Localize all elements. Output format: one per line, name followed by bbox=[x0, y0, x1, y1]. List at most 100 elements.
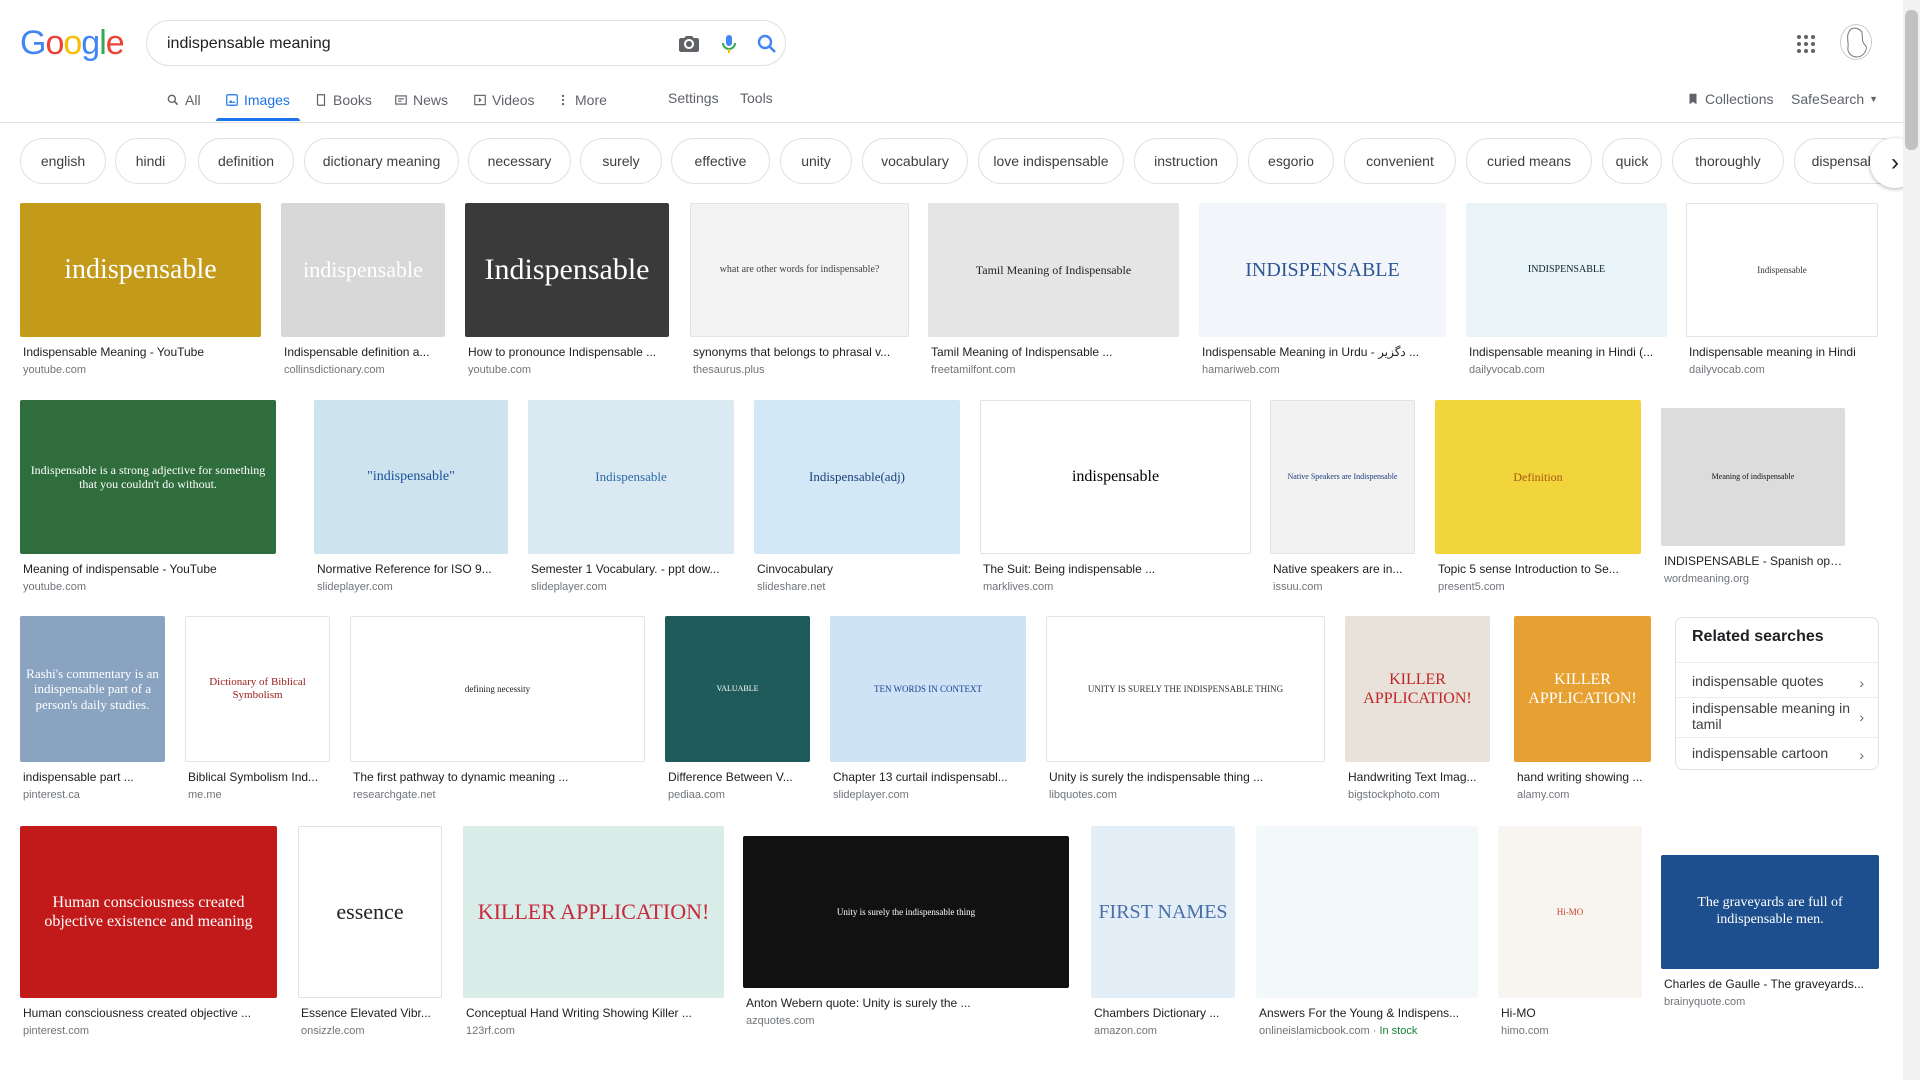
result-thumbnail[interactable]: KILLER APPLICATION! bbox=[1514, 616, 1651, 762]
chip-vocabulary[interactable]: vocabulary bbox=[862, 138, 968, 184]
avatar[interactable] bbox=[1840, 24, 1872, 60]
chip-instruction[interactable]: instruction bbox=[1134, 138, 1238, 184]
result-title[interactable]: Chambers Dictionary ... bbox=[1094, 1006, 1234, 1020]
result-thumbnail[interactable]: INDISPENSABLE bbox=[1199, 203, 1446, 337]
chip-english[interactable]: english bbox=[20, 138, 106, 184]
image-result[interactable]: Indispensable Semester 1 Vocabulary. - pp… bbox=[528, 400, 734, 594]
image-result[interactable]: Native Speakers are Indispensable Native … bbox=[1270, 400, 1415, 594]
result-thumbnail[interactable]: Indispensable(adj) bbox=[754, 400, 960, 554]
chip-esgorio[interactable]: esgorio bbox=[1248, 138, 1334, 184]
related-search-item[interactable]: indispensable cartoon › bbox=[1692, 745, 1868, 763]
result-title[interactable]: Human consciousness created objective ..… bbox=[23, 1006, 276, 1020]
result-title[interactable]: Answers For the Young & Indispens... bbox=[1259, 1006, 1477, 1020]
image-result[interactable]: Indispensable(adj) Cinvocabulary slideshar… bbox=[754, 400, 960, 594]
chip-unity[interactable]: unity bbox=[780, 138, 852, 184]
result-title[interactable]: Charles de Gaulle - The graveyards... bbox=[1664, 977, 1878, 991]
result-title[interactable]: Unity is surely the indispensable thing … bbox=[1049, 770, 1324, 784]
image-result[interactable]: INDISPENSABLE Indispensable Meaning in Ur… bbox=[1199, 203, 1446, 377]
image-result[interactable]: KILLER APPLICATION! Handwriting Text Imag… bbox=[1345, 616, 1490, 802]
result-thumbnail[interactable] bbox=[1256, 826, 1478, 998]
result-title[interactable]: Indispensable Meaning - YouTube bbox=[23, 345, 260, 359]
result-thumbnail[interactable]: VALUABLE bbox=[665, 616, 810, 762]
tab-more[interactable]: More bbox=[556, 90, 607, 110]
result-thumbnail[interactable]: Rashi's commentary is an indispensable p… bbox=[20, 616, 165, 762]
result-thumbnail[interactable]: INDISPENSABLE bbox=[1466, 203, 1667, 337]
result-title[interactable]: Essence Elevated Vibr... bbox=[301, 1006, 441, 1020]
result-thumbnail[interactable]: Tamil Meaning of Indispensable bbox=[928, 203, 1179, 337]
result-title[interactable]: Difference Between V... bbox=[668, 770, 809, 784]
image-result[interactable]: FIRST NAMES Chambers Dictionary ... amazon… bbox=[1091, 826, 1235, 1038]
result-thumbnail[interactable]: Native Speakers are Indispensable bbox=[1270, 400, 1415, 554]
chip-effective[interactable]: effective bbox=[671, 138, 770, 184]
result-thumbnail[interactable]: Indispensable bbox=[1686, 203, 1878, 337]
result-thumbnail[interactable]: Unity is surely the indispensable thing bbox=[743, 836, 1069, 988]
chip-curied-means[interactable]: curied means bbox=[1466, 138, 1592, 184]
safesearch-dropdown[interactable]: SafeSearch ▼ bbox=[1791, 89, 1878, 109]
image-result[interactable]: VALUABLE Difference Between V... pediaa.co… bbox=[665, 616, 810, 802]
chip-definition[interactable]: definition bbox=[198, 138, 294, 184]
chip-convenient[interactable]: convenient bbox=[1344, 138, 1456, 184]
image-result[interactable]: Indispensable How to pronounce Indispensa… bbox=[465, 203, 669, 377]
result-title[interactable]: Semester 1 Vocabulary. - ppt dow... bbox=[531, 562, 733, 576]
result-thumbnail[interactable]: "indispensable" bbox=[314, 400, 508, 554]
result-title[interactable]: Topic 5 sense Introduction to Se... bbox=[1438, 562, 1640, 576]
result-title[interactable]: Indispensable meaning in Hindi bbox=[1689, 345, 1877, 359]
image-result[interactable]: Indispensable Indispensable meaning in Hi… bbox=[1686, 203, 1878, 377]
tab-news[interactable]: News bbox=[394, 90, 448, 110]
google-logo[interactable]: Google bbox=[20, 24, 125, 63]
image-result[interactable]: what are other words for indispensable? s… bbox=[690, 203, 909, 377]
chip-hindi[interactable]: hindi bbox=[115, 138, 186, 184]
tab-videos[interactable]: Videos bbox=[473, 90, 535, 110]
collections-link[interactable]: Collections bbox=[1686, 89, 1773, 109]
image-result[interactable]: Indispensable is a strong adjective for … bbox=[20, 400, 276, 594]
result-thumbnail[interactable]: Definition bbox=[1435, 400, 1641, 554]
result-title[interactable]: Conceptual Hand Writing Showing Killer .… bbox=[466, 1006, 723, 1020]
result-title[interactable]: hand writing showing ... bbox=[1517, 770, 1650, 784]
scrollbar[interactable] bbox=[1903, 0, 1920, 1080]
chip-dictionary-meaning[interactable]: dictionary meaning bbox=[304, 138, 459, 184]
result-thumbnail[interactable]: Hi-MO bbox=[1498, 826, 1642, 998]
result-thumbnail[interactable]: defining necessity bbox=[350, 616, 645, 762]
image-result[interactable]: The graveyards are full of indispensable… bbox=[1661, 855, 1879, 1009]
image-result[interactable]: Answers For the Young & Indispens... onli… bbox=[1256, 826, 1478, 1038]
image-result[interactable]: Meaning of indispensable INDISPENSABLE - … bbox=[1661, 408, 1845, 586]
result-title[interactable]: Indispensable Meaning in Urdu - دگزیر ..… bbox=[1202, 345, 1445, 359]
result-title[interactable]: Anton Webern quote: Unity is surely the … bbox=[746, 996, 1068, 1010]
chip-surely[interactable]: surely bbox=[580, 138, 662, 184]
image-result[interactable]: Human consciousness created objective ex… bbox=[20, 826, 277, 1038]
tab-all[interactable]: All bbox=[166, 90, 201, 110]
result-thumbnail[interactable]: Human consciousness created objective ex… bbox=[20, 826, 277, 998]
settings-link[interactable]: Settings bbox=[668, 90, 719, 110]
image-result[interactable]: "indispensable" Normative Reference for I… bbox=[314, 400, 508, 594]
tab-images[interactable]: Images bbox=[225, 90, 290, 110]
result-thumbnail[interactable]: Indispensable bbox=[465, 203, 669, 337]
related-search-item[interactable]: indispensable meaning in tamil › bbox=[1692, 700, 1864, 732]
image-result[interactable]: Dictionary of Biblical Symbolism Biblical… bbox=[185, 616, 330, 802]
result-thumbnail[interactable]: UNITY IS SURELY THE INDISPENSABLE THING bbox=[1046, 616, 1325, 762]
result-title[interactable]: Hi-MO bbox=[1501, 1006, 1641, 1020]
camera-icon[interactable] bbox=[677, 32, 701, 56]
result-thumbnail[interactable]: Dictionary of Biblical Symbolism bbox=[185, 616, 330, 762]
result-thumbnail[interactable]: indispensable bbox=[20, 203, 261, 337]
search-icon[interactable] bbox=[755, 32, 779, 56]
image-result[interactable]: defining necessity The first pathway to d… bbox=[350, 616, 645, 802]
result-thumbnail[interactable]: FIRST NAMES bbox=[1091, 826, 1235, 998]
result-title[interactable]: Cinvocabulary bbox=[757, 562, 959, 576]
result-thumbnail[interactable]: what are other words for indispensable? bbox=[690, 203, 909, 337]
image-result[interactable]: indispensable Indispensable Meaning - You… bbox=[20, 203, 261, 377]
image-result[interactable]: indispensable The Suit: Being indispensab… bbox=[980, 400, 1251, 594]
search-input[interactable] bbox=[167, 31, 617, 57]
result-title[interactable]: Indispensable meaning in Hindi (... bbox=[1469, 345, 1666, 359]
result-thumbnail[interactable]: Indispensable is a strong adjective for … bbox=[20, 400, 276, 554]
result-thumbnail[interactable]: The graveyards are full of indispensable… bbox=[1661, 855, 1879, 969]
result-title[interactable]: Handwriting Text Imag... bbox=[1348, 770, 1489, 784]
result-thumbnail[interactable]: KILLER APPLICATION! bbox=[1345, 616, 1490, 762]
tab-books[interactable]: Books bbox=[314, 90, 372, 110]
result-thumbnail[interactable]: indispensable bbox=[980, 400, 1251, 554]
chip-thoroughly[interactable]: thoroughly bbox=[1672, 138, 1784, 184]
result-thumbnail[interactable]: Indispensable bbox=[528, 400, 734, 554]
chip-love-indispensable[interactable]: love indispensable bbox=[978, 138, 1124, 184]
result-thumbnail[interactable]: TEN WORDS IN CONTEXT bbox=[830, 616, 1026, 762]
image-result[interactable]: Tamil Meaning of Indispensable Tamil Mean… bbox=[928, 203, 1179, 377]
result-title[interactable]: The first pathway to dynamic meaning ... bbox=[353, 770, 644, 784]
